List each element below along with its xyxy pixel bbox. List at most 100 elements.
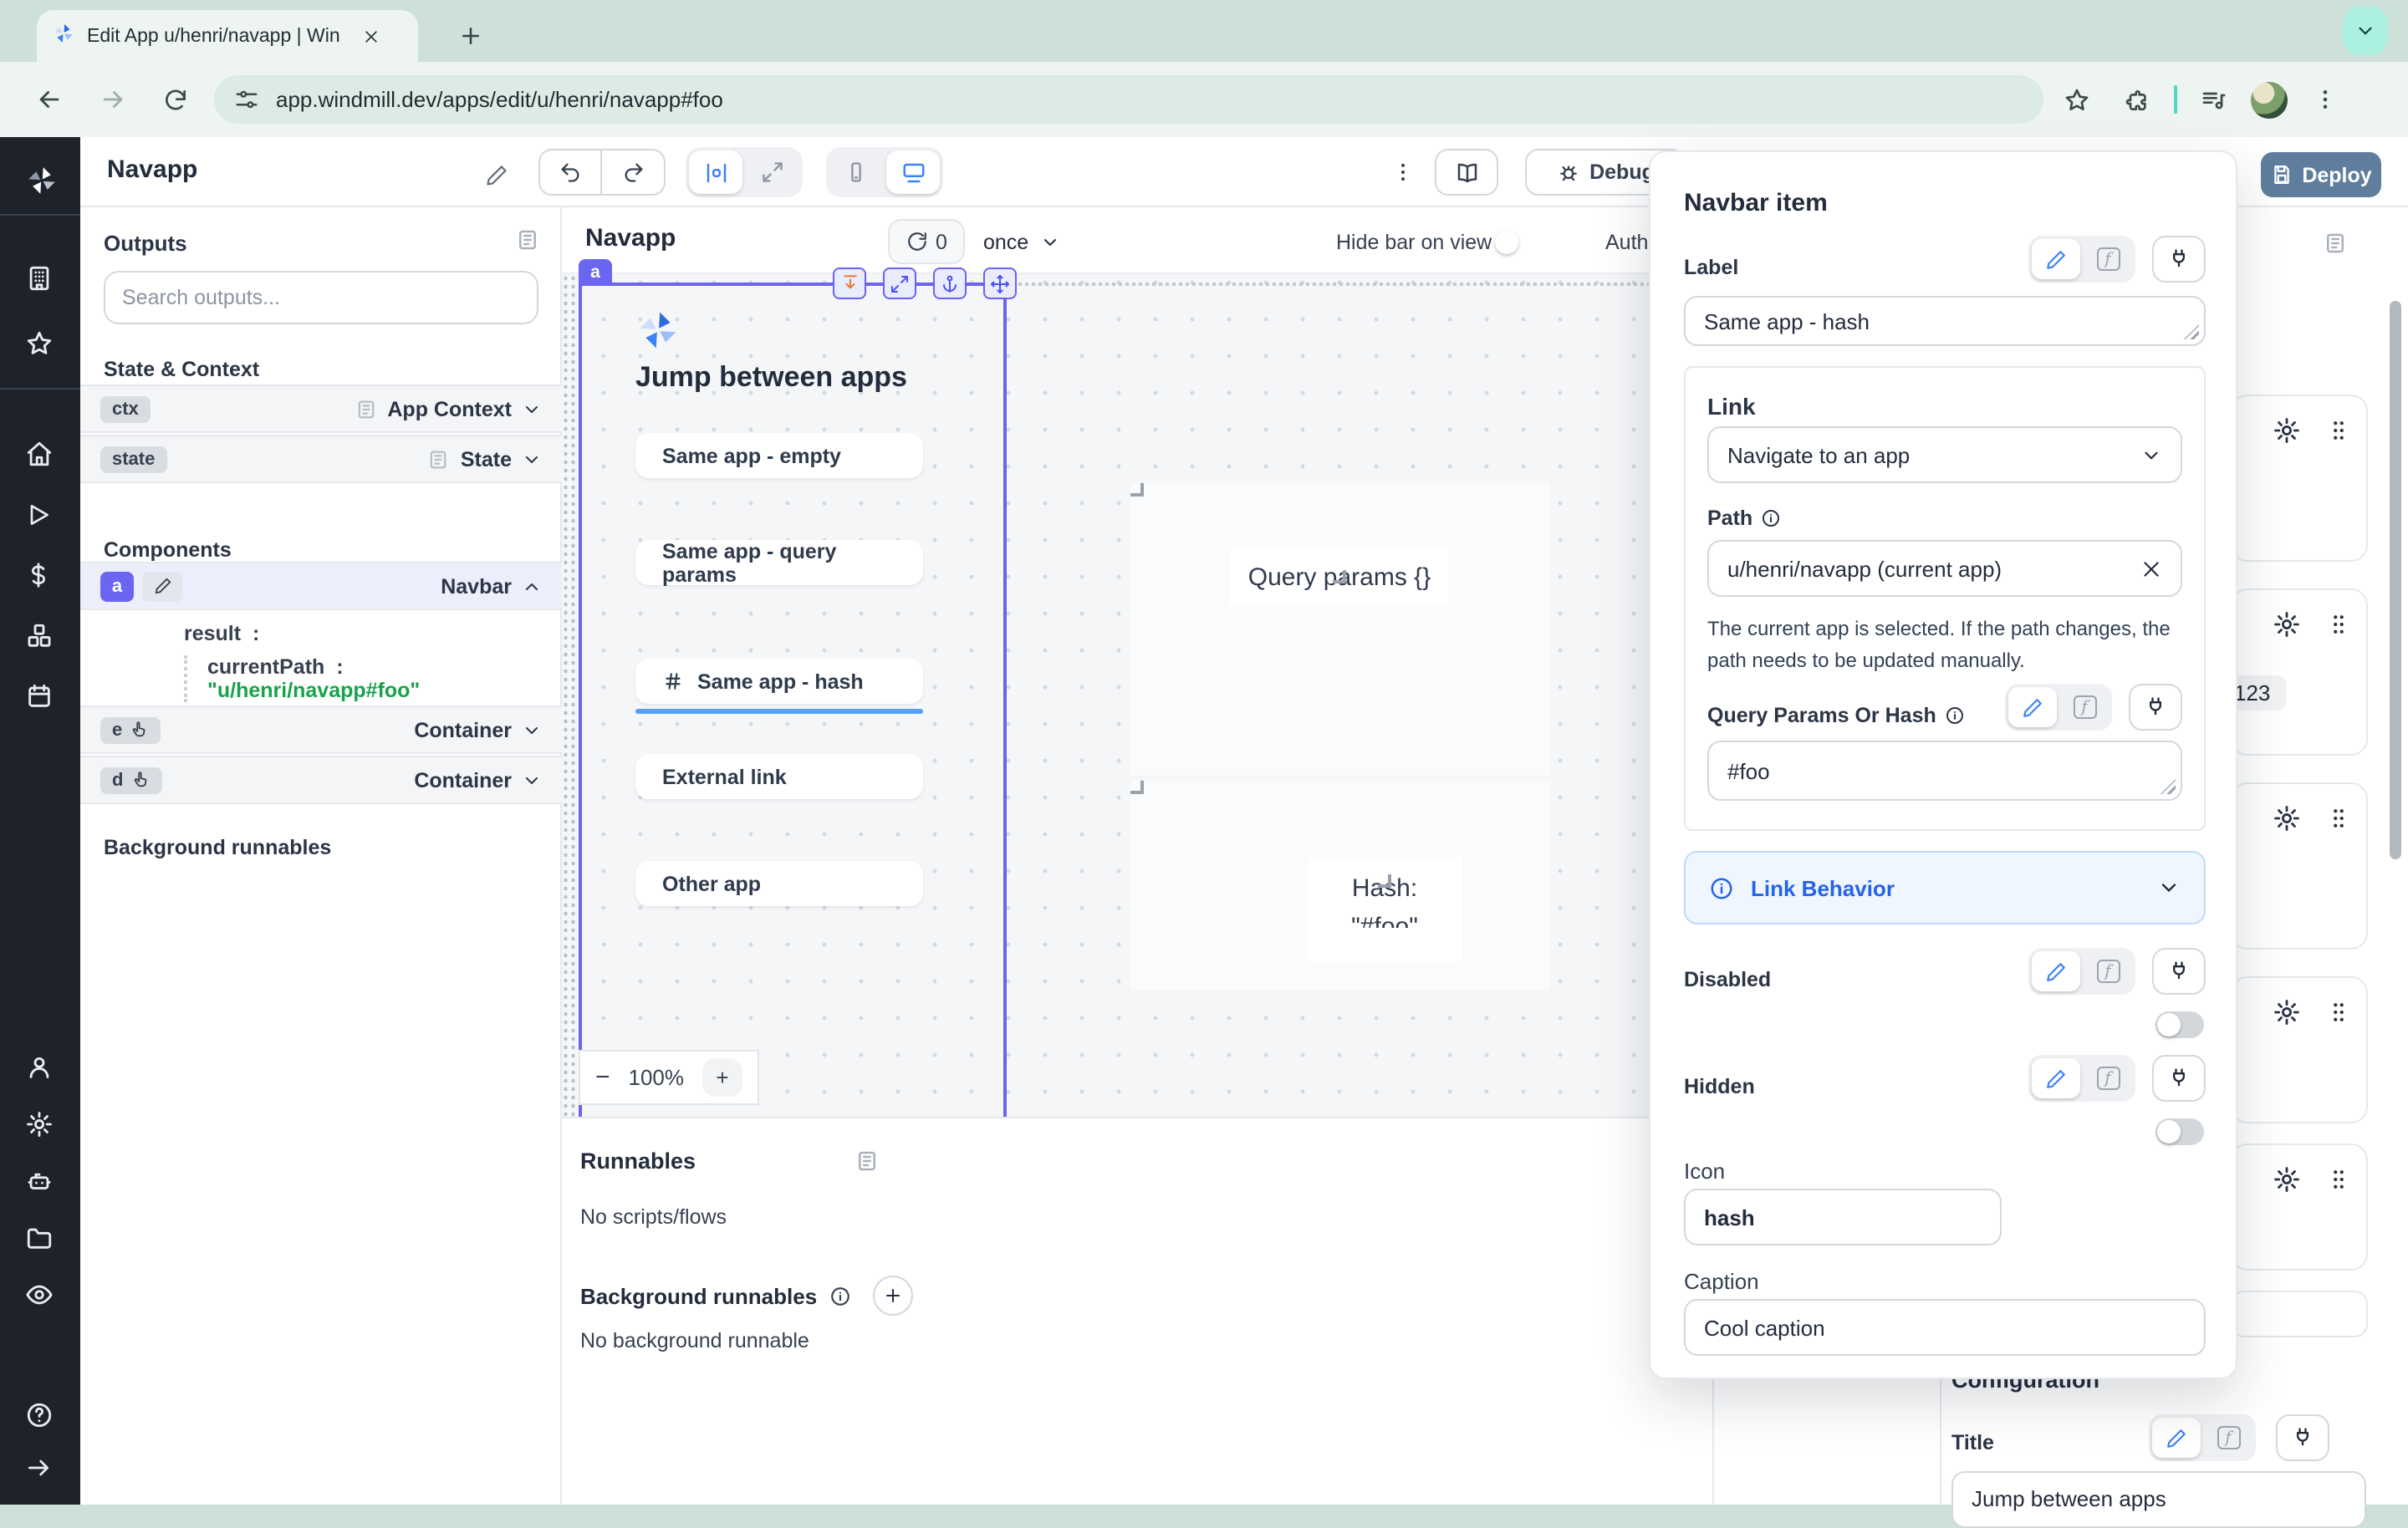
drag-grip-icon[interactable] bbox=[2326, 1165, 2351, 1194]
resize-handle[interactable] bbox=[2161, 779, 2176, 794]
browser-menu-icon[interactable] bbox=[2301, 76, 2348, 123]
workspace-building-icon[interactable] bbox=[25, 264, 55, 294]
pencil-static-mode-button[interactable] bbox=[2008, 687, 2057, 727]
resources-boxes-icon[interactable] bbox=[25, 622, 55, 652]
nav-item-other-app[interactable]: Other app bbox=[635, 861, 923, 906]
query-params-text-box[interactable]: Query params {} bbox=[1231, 547, 1448, 607]
fullwidth-mode-button[interactable] bbox=[746, 150, 799, 194]
folders-icon[interactable] bbox=[25, 1224, 55, 1254]
label-textarea[interactable]: Same app - hash bbox=[1684, 296, 2206, 346]
expand-component-button[interactable] bbox=[883, 267, 916, 299]
pencil-static-mode-button[interactable] bbox=[2032, 951, 2080, 991]
resize-corner[interactable] bbox=[1333, 570, 1346, 583]
connect-plug-button[interactable] bbox=[2129, 684, 2182, 731]
mobile-view-button[interactable] bbox=[829, 150, 883, 194]
function-mode-button[interactable]: f bbox=[2204, 1418, 2252, 1458]
desktop-view-button[interactable] bbox=[886, 150, 940, 194]
connect-plug-button[interactable] bbox=[2152, 948, 2206, 995]
chevron-down-icon[interactable] bbox=[522, 449, 542, 469]
deploy-button[interactable]: Deploy bbox=[2261, 152, 2381, 197]
query-params-container[interactable]: Query params {} bbox=[1130, 483, 1550, 776]
gear-icon[interactable] bbox=[2273, 610, 2301, 639]
icon-input[interactable]: hash bbox=[1684, 1189, 2002, 1245]
anchor-button[interactable] bbox=[933, 267, 967, 299]
resize-handle[interactable] bbox=[2184, 324, 2199, 339]
runs-play-icon[interactable] bbox=[25, 502, 55, 532]
url-bar[interactable]: app.windmill.dev/apps/edit/u/henri/navap… bbox=[214, 75, 2043, 124]
help-icon[interactable] bbox=[25, 1401, 55, 1431]
panel-doc-icon[interactable] bbox=[515, 227, 540, 252]
forward-button[interactable] bbox=[87, 74, 137, 125]
extensions-icon[interactable] bbox=[2114, 76, 2161, 123]
add-background-runnable-button[interactable] bbox=[872, 1276, 912, 1316]
resize-corner[interactable] bbox=[1378, 874, 1391, 888]
pencil-static-mode-button[interactable] bbox=[2152, 1418, 2201, 1458]
qph-textarea[interactable]: #foo bbox=[1707, 741, 2182, 801]
path-input[interactable]: u/henri/navapp (current app) bbox=[1707, 540, 2182, 597]
windmill-logo-icon[interactable] bbox=[25, 164, 55, 194]
component-row-navbar[interactable]: a Navbar bbox=[80, 562, 562, 610]
move-component-button[interactable] bbox=[983, 267, 1017, 299]
media-control-icon[interactable] bbox=[2191, 76, 2237, 123]
bookmark-star-icon[interactable] bbox=[2053, 76, 2100, 123]
redo-button[interactable] bbox=[602, 150, 664, 194]
variables-dollar-icon[interactable] bbox=[25, 562, 55, 592]
zoom-in-button[interactable]: + bbox=[702, 1058, 742, 1097]
avatar[interactable] bbox=[2251, 81, 2288, 118]
nav-item-query-params[interactable]: Same app - query params bbox=[635, 540, 923, 585]
settings-gear-icon[interactable] bbox=[25, 1110, 55, 1140]
output-row-ctx[interactable]: ctx App Context bbox=[80, 385, 562, 433]
users-person-icon[interactable] bbox=[25, 1053, 55, 1083]
nav-item-same-app-hash[interactable]: Same app - hash bbox=[635, 659, 923, 704]
caption-input[interactable]: Cool caption bbox=[1684, 1299, 2206, 1356]
schedules-calendar-icon[interactable] bbox=[25, 682, 55, 712]
connect-plug-button[interactable] bbox=[2276, 1414, 2329, 1461]
function-mode-button[interactable]: f bbox=[2084, 239, 2132, 279]
favorites-star-icon[interactable] bbox=[25, 329, 55, 359]
tab-close-icon[interactable] bbox=[363, 28, 380, 44]
connect-plug-button[interactable] bbox=[2152, 1055, 2206, 1102]
function-mode-button[interactable]: f bbox=[2084, 1058, 2132, 1098]
link-type-select[interactable]: Navigate to an app bbox=[1707, 426, 2182, 483]
docs-book-button[interactable] bbox=[1435, 149, 1498, 196]
info-icon[interactable] bbox=[1945, 705, 1965, 726]
function-mode-button[interactable]: f bbox=[2060, 687, 2109, 727]
chevron-up-icon[interactable] bbox=[522, 576, 542, 596]
component-row-container-d[interactable]: d Container bbox=[80, 756, 562, 804]
reload-button[interactable] bbox=[150, 74, 201, 125]
home-icon[interactable] bbox=[25, 440, 55, 470]
component-row-container-e[interactable]: e Container bbox=[80, 705, 562, 754]
gear-icon[interactable] bbox=[2273, 1165, 2301, 1194]
output-row-state[interactable]: state State bbox=[80, 435, 562, 483]
pencil-static-mode-button[interactable] bbox=[2032, 239, 2080, 279]
hash-container[interactable]: Hash: "#foo" bbox=[1130, 781, 1550, 990]
chevron-down-icon[interactable] bbox=[522, 720, 542, 740]
link-behavior-button[interactable]: Link Behavior bbox=[1684, 851, 2206, 924]
clear-x-icon[interactable] bbox=[2140, 558, 2162, 579]
zoom-out-button[interactable]: − bbox=[595, 1063, 610, 1092]
header-kebab-menu-icon[interactable] bbox=[1391, 160, 1415, 184]
drag-grip-icon[interactable] bbox=[2326, 804, 2351, 833]
refresh-counter-button[interactable]: 0 bbox=[888, 219, 965, 264]
edit-id-pencil-icon[interactable] bbox=[142, 571, 182, 601]
workers-robot-icon[interactable] bbox=[25, 1167, 55, 1197]
canvas-component-badge[interactable]: a bbox=[579, 259, 612, 286]
window-chevron-button[interactable] bbox=[2343, 7, 2388, 55]
chevron-down-icon[interactable] bbox=[522, 399, 542, 419]
function-mode-button[interactable]: f bbox=[2084, 951, 2132, 991]
pencil-static-mode-button[interactable] bbox=[2032, 1058, 2080, 1098]
info-icon[interactable] bbox=[1761, 508, 1781, 528]
drag-grip-icon[interactable] bbox=[2326, 998, 2351, 1026]
undo-button[interactable] bbox=[540, 150, 602, 194]
rename-pencil-icon[interactable] bbox=[485, 164, 508, 187]
nav-item-same-app-empty[interactable]: Same app - empty bbox=[635, 433, 923, 478]
back-button[interactable] bbox=[23, 74, 74, 125]
refresh-mode-select[interactable]: once bbox=[983, 219, 1060, 264]
audit-eye-icon[interactable] bbox=[25, 1281, 55, 1311]
chevron-down-icon[interactable] bbox=[522, 770, 542, 790]
panel-doc-icon[interactable] bbox=[855, 1149, 880, 1174]
search-outputs-input[interactable] bbox=[104, 271, 538, 324]
gear-icon[interactable] bbox=[2273, 416, 2301, 445]
new-tab-button[interactable] bbox=[452, 17, 488, 53]
gear-icon[interactable] bbox=[2273, 998, 2301, 1026]
